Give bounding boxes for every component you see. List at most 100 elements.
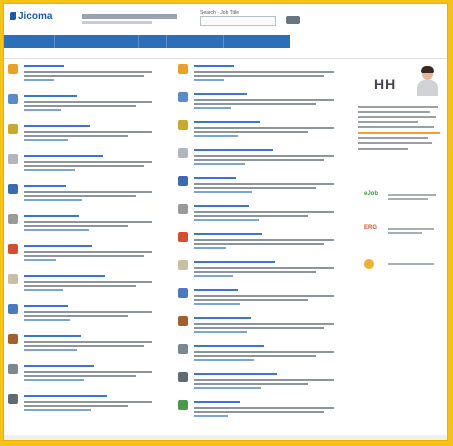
category-title-link[interactable] [194, 401, 240, 403]
category-subcategory-link[interactable] [24, 259, 56, 261]
category-subcategory-link[interactable] [24, 139, 68, 141]
category-entry[interactable] [176, 92, 336, 116]
partner-badge-erg[interactable]: ERG [364, 222, 436, 238]
category-entry[interactable] [176, 372, 336, 396]
paper-icon [8, 274, 18, 284]
partner-badge-ejob[interactable]: eJob [364, 188, 436, 204]
category-subcategory-link[interactable] [24, 79, 54, 81]
category-text-line [194, 271, 316, 273]
nav-item[interactable] [139, 35, 168, 48]
header-divider [4, 58, 447, 59]
category-subcategory-link[interactable] [24, 349, 77, 351]
category-subcategory-link[interactable] [24, 109, 61, 111]
category-text-line [194, 239, 334, 241]
category-entry[interactable] [176, 176, 336, 200]
category-subcategory-link[interactable] [194, 387, 261, 389]
category-title-link[interactable] [194, 177, 236, 179]
category-entry[interactable] [176, 316, 336, 340]
category-title-link[interactable] [194, 65, 234, 67]
ad-person-body [417, 80, 438, 96]
category-subcategory-link[interactable] [194, 247, 226, 249]
category-entry[interactable] [176, 204, 336, 228]
category-title-link[interactable] [24, 365, 94, 367]
category-subcategory-link[interactable] [194, 415, 228, 417]
category-entry[interactable] [6, 184, 156, 210]
category-entry[interactable] [176, 64, 336, 88]
category-title-link[interactable] [194, 373, 277, 375]
search-input[interactable] [200, 16, 276, 26]
category-entry[interactable] [176, 288, 336, 312]
category-subcategory-link[interactable] [24, 169, 75, 171]
site-logo[interactable]: Jicoma [10, 11, 52, 22]
category-entry[interactable] [6, 244, 156, 270]
nav-item[interactable] [4, 35, 56, 48]
category-title-link[interactable] [24, 65, 64, 67]
category-entry[interactable] [6, 124, 156, 150]
ad-brand-mark[interactable]: HH [374, 76, 396, 92]
category-entry[interactable] [176, 344, 336, 368]
nav-item[interactable] [167, 35, 225, 48]
category-title-link[interactable] [24, 275, 105, 277]
category-text-line [194, 155, 334, 157]
category-entry[interactable] [6, 154, 156, 180]
category-entry[interactable] [176, 260, 336, 284]
category-title-link[interactable] [24, 155, 103, 157]
category-title-link[interactable] [194, 261, 275, 263]
category-title-link[interactable] [194, 345, 264, 347]
category-title-link[interactable] [24, 245, 92, 247]
category-text-line [24, 251, 152, 253]
category-subcategory-link[interactable] [24, 379, 84, 381]
category-title-link[interactable] [194, 317, 251, 319]
category-title-link[interactable] [24, 335, 81, 337]
category-subcategory-link[interactable] [24, 199, 82, 201]
category-subcategory-link[interactable] [194, 275, 233, 277]
category-title-link[interactable] [194, 93, 247, 95]
category-entry[interactable] [6, 94, 156, 120]
category-title-link[interactable] [24, 215, 79, 217]
category-entry[interactable] [6, 274, 156, 300]
category-title-link[interactable] [194, 233, 262, 235]
category-subcategory-link[interactable] [194, 79, 224, 81]
category-text-line [24, 161, 152, 163]
category-title-link[interactable] [194, 149, 273, 151]
category-title-link[interactable] [24, 185, 66, 187]
category-entry[interactable] [6, 334, 156, 360]
category-subcategory-link[interactable] [24, 289, 63, 291]
category-subcategory-link[interactable] [24, 409, 91, 411]
category-entry[interactable] [176, 148, 336, 172]
category-entry[interactable] [6, 364, 156, 390]
search-button[interactable] [286, 16, 300, 24]
partner-badge-coin[interactable] [364, 256, 436, 272]
category-subcategory-link[interactable] [24, 319, 70, 321]
category-entry[interactable] [176, 400, 336, 424]
dog-icon [178, 176, 188, 186]
category-entry[interactable] [6, 214, 156, 240]
category-title-link[interactable] [24, 95, 77, 97]
category-entry[interactable] [6, 394, 156, 420]
category-subcategory-link[interactable] [194, 135, 238, 137]
category-entry[interactable] [176, 120, 336, 144]
category-entry[interactable] [6, 304, 156, 330]
category-subcategory-link[interactable] [194, 331, 247, 333]
category-subcategory-link[interactable] [194, 107, 231, 109]
category-title-link[interactable] [194, 289, 238, 291]
nav-item[interactable] [55, 35, 140, 48]
category-title-link[interactable] [24, 305, 68, 307]
category-subcategory-link[interactable] [194, 191, 252, 193]
category-entry[interactable] [176, 232, 336, 256]
sidebar-text-line [358, 126, 434, 128]
category-title-link[interactable] [24, 125, 90, 127]
category-subcategory-link[interactable] [194, 163, 245, 165]
category-title-link[interactable] [24, 395, 107, 397]
nav-item[interactable] [224, 35, 290, 48]
category-subcategory-link[interactable] [194, 303, 240, 305]
badge-text-line [388, 194, 436, 196]
category-entry[interactable] [6, 64, 156, 90]
category-title-link[interactable] [194, 205, 249, 207]
category-title-link[interactable] [194, 121, 260, 123]
category-text-line [194, 327, 324, 329]
coin-icon [364, 259, 374, 269]
category-subcategory-link[interactable] [194, 359, 254, 361]
category-subcategory-link[interactable] [194, 219, 259, 221]
category-subcategory-link[interactable] [24, 229, 89, 231]
